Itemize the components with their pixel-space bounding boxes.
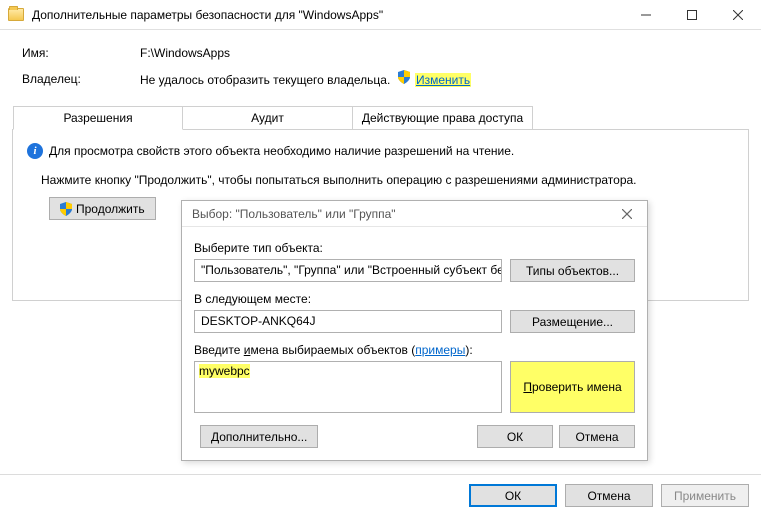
change-owner-link[interactable]: Изменить <box>415 73 471 87</box>
object-name-value: mywebpc <box>199 364 250 378</box>
close-button[interactable] <box>715 0 761 30</box>
object-types-button[interactable]: Типы объектов... <box>510 259 635 282</box>
instruction-text: Нажмите кнопку "Продолжить", чтобы попыт… <box>41 173 734 187</box>
enter-names-mid: мена выбираемых объектов ( <box>250 343 415 357</box>
enter-names-label: Введите имена выбираемых объектов (приме… <box>194 343 635 357</box>
name-label: Имя: <box>22 46 140 60</box>
continue-button[interactable]: Продолжить <box>49 197 156 220</box>
dialog-footer: Дополнительно... ОК Отмена <box>194 425 635 448</box>
owner-label: Владелец: <box>22 72 140 86</box>
dialog-ok-button[interactable]: ОК <box>477 425 553 448</box>
folder-icon <box>8 8 24 21</box>
location-field: DESKTOP-ANKQ64J <box>194 310 502 333</box>
dialog-title: Выбор: "Пользователь" или "Группа" <box>192 207 613 221</box>
apply-button: Применить <box>661 484 749 507</box>
name-row: Имя: F:\WindowsApps <box>22 46 749 60</box>
owner-row: Владелец: Не удалось отобразить текущего… <box>22 70 749 87</box>
tab-permissions[interactable]: Разрешения <box>13 106 183 130</box>
window-title: Дополнительные параметры безопасности дл… <box>32 8 623 22</box>
name-value: F:\WindowsApps <box>140 46 230 60</box>
dialog-body: Выберите тип объекта: "Пользователь", "Г… <box>182 227 647 460</box>
enter-names-prefix: Введите <box>194 343 244 357</box>
owner-value: Не удалось отобразить текущего владельца… <box>140 70 471 87</box>
object-type-field: "Пользователь", "Группа" или "Встроенный… <box>194 259 502 282</box>
tab-effective-access[interactable]: Действующие права доступа <box>353 106 533 129</box>
object-names-input[interactable]: mywebpc <box>194 361 502 413</box>
advanced-button[interactable]: Дополнительно... <box>200 425 318 448</box>
shield-icon <box>60 202 72 216</box>
cancel-button[interactable]: Отмена <box>565 484 653 507</box>
location-label: В следующем месте: <box>194 292 635 306</box>
ok-button[interactable]: ОК <box>469 484 557 507</box>
locations-button[interactable]: Размещение... <box>510 310 635 333</box>
examples-link[interactable]: примеры <box>415 343 465 357</box>
object-type-label: Выберите тип объекта: <box>194 241 635 255</box>
continue-button-label: Продолжить <box>76 202 145 216</box>
info-text: Для просмотра свойств этого объекта необ… <box>49 144 514 158</box>
tab-audit[interactable]: Аудит <box>183 106 353 129</box>
info-icon: i <box>27 143 43 159</box>
titlebar: Дополнительные параметры безопасности дл… <box>0 0 761 30</box>
tabs: Разрешения Аудит Действующие права досту… <box>13 106 748 129</box>
dialog-titlebar: Выбор: "Пользователь" или "Группа" <box>182 201 647 227</box>
owner-text: Не удалось отобразить текущего владельца… <box>140 73 390 87</box>
info-row: i Для просмотра свойств этого объекта не… <box>27 143 734 159</box>
shield-icon <box>398 70 410 84</box>
enter-names-suffix: ): <box>465 343 472 357</box>
minimize-button[interactable] <box>623 0 669 30</box>
select-user-dialog: Выбор: "Пользователь" или "Группа" Выбер… <box>181 200 648 461</box>
dialog-cancel-button[interactable]: Отмена <box>559 425 635 448</box>
check-names-button[interactable]: Проверить имена <box>510 361 635 413</box>
dialog-close-button[interactable] <box>613 204 641 224</box>
maximize-button[interactable] <box>669 0 715 30</box>
main-footer: ОК Отмена Применить <box>0 474 761 516</box>
